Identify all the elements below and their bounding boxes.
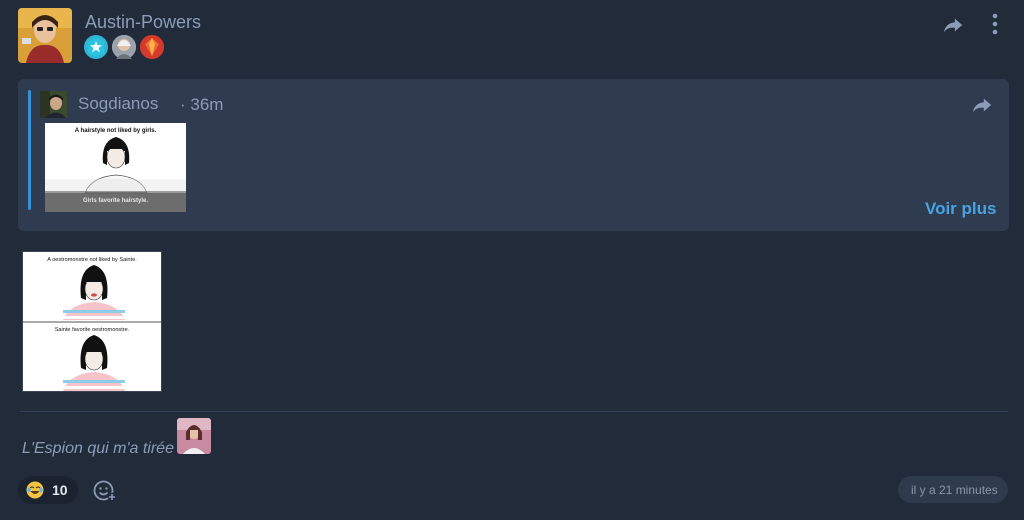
- laughing-crying-emoji-icon: [26, 481, 44, 499]
- quote-accent-bar: [28, 90, 31, 210]
- quote-image-bottom-caption: Girls favorite hairstyle.: [83, 198, 148, 204]
- divider: [20, 411, 1008, 412]
- add-reaction-icon[interactable]: [92, 478, 117, 503]
- quote-author-name[interactable]: Sogdianos: [78, 94, 158, 114]
- timestamp: il y a 21 minutes: [911, 483, 998, 497]
- elder-badge-icon: [112, 35, 136, 59]
- more-options-icon[interactable]: [988, 12, 1002, 36]
- quote-author-avatar[interactable]: [40, 91, 67, 118]
- image-bottom-caption: Sainte favorite oestromonstre.: [55, 327, 130, 333]
- star-badge-icon: [84, 35, 108, 59]
- quote-meme-image[interactable]: A hairstyle not liked by girls. Girls fa…: [45, 123, 186, 212]
- image-top-caption: A oestromonstre not liked by Sainte.: [47, 257, 137, 263]
- red-gem-badge-icon: [140, 35, 164, 59]
- caption-sticker-image[interactable]: [177, 418, 211, 454]
- quote-image-top-caption: A hairstyle not liked by girls.: [75, 128, 157, 134]
- quote-time: · 36m: [180, 95, 224, 114]
- quote-share-icon[interactable]: [971, 94, 993, 116]
- post-caption: L'Espion qui m'a tirée: [22, 440, 174, 457]
- see-more-link[interactable]: Voir plus: [925, 199, 996, 219]
- reaction-count: 10: [52, 482, 68, 498]
- share-icon[interactable]: [942, 14, 964, 36]
- author-name[interactable]: Austin-Powers: [85, 12, 201, 33]
- post-meme-image[interactable]: A oestromonstre not liked by Sainte. Sai…: [22, 251, 162, 392]
- author-avatar[interactable]: [18, 8, 72, 63]
